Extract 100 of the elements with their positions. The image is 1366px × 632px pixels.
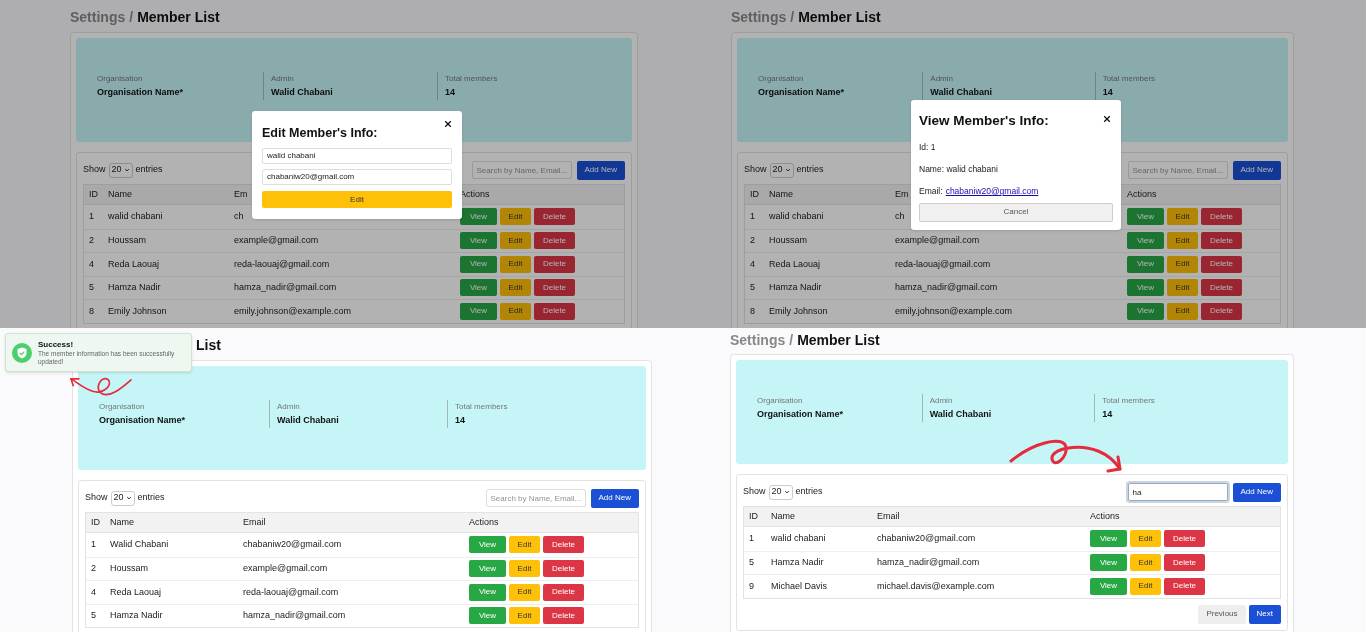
edit-button[interactable]: Edit xyxy=(500,279,531,297)
add-new-button[interactable]: Add New xyxy=(1232,482,1281,502)
delete-button[interactable]: Delete xyxy=(543,536,584,554)
edit-button[interactable]: Edit xyxy=(500,232,531,250)
summary-value: Walid Chabani xyxy=(929,408,993,420)
table-cell: reda-laouaj@gmail.com xyxy=(234,257,330,271)
view-button[interactable]: View xyxy=(460,232,497,250)
delete-button[interactable]: Delete xyxy=(1201,279,1242,297)
view-button[interactable]: View xyxy=(1127,302,1164,320)
chevron-down-icon xyxy=(783,489,790,495)
search-field[interactable]: ha xyxy=(1127,483,1228,501)
delete-button[interactable]: Delete xyxy=(534,208,575,226)
delete-button[interactable]: Delete xyxy=(1164,577,1205,595)
edit-button[interactable]: Edit xyxy=(500,208,531,226)
add-new-button[interactable]: Add New xyxy=(590,488,639,508)
summary-value: Organisation Name* xyxy=(99,414,187,426)
edit-button[interactable]: Edit xyxy=(1167,302,1198,320)
table-cell-text: hamza_nadir@gmail.com xyxy=(234,281,337,294)
summary-label: Total members xyxy=(445,74,499,84)
search-field[interactable]: Search by Name, Email... xyxy=(485,489,586,507)
edit-button[interactable]: Edit xyxy=(509,583,540,601)
breadcrumb-link[interactable]: Settings xyxy=(70,6,126,28)
delete-button[interactable]: Delete xyxy=(543,583,584,601)
add-new-button[interactable]: Add New xyxy=(576,160,625,180)
table-cell-text: 1 xyxy=(88,210,94,223)
column-header: ID xyxy=(749,187,759,201)
view-button[interactable]: View xyxy=(469,536,506,554)
delete-button[interactable]: Delete xyxy=(534,232,575,250)
page-size-select[interactable]: 20 xyxy=(769,162,794,178)
summary-value: Organisation Name* xyxy=(757,408,845,420)
delete-button[interactable]: Delete xyxy=(1201,255,1242,273)
table-cell-text: 1 xyxy=(749,210,755,223)
table-cell: Reda Laouaj xyxy=(769,257,821,271)
view-button[interactable]: View xyxy=(1090,530,1127,548)
search-field[interactable]: Search by Name, Email... xyxy=(471,161,572,179)
edit-button[interactable]: Edit xyxy=(1167,232,1198,250)
edit-button[interactable]: Edit xyxy=(262,191,452,209)
email-link[interactable]: chabaniw20@gmail.com xyxy=(945,186,1039,198)
table-cell-text: 5 xyxy=(88,281,94,294)
table-cell-text: Houssam xyxy=(769,234,807,247)
delete-button[interactable]: Delete xyxy=(534,279,575,297)
edit-button[interactable]: Edit xyxy=(1167,208,1198,226)
view-button[interactable]: View xyxy=(1090,554,1127,572)
page-size-select[interactable]: 20 xyxy=(768,484,793,500)
edit-button[interactable]: Edit xyxy=(1167,255,1198,273)
table-cell-text: example@gmail.com xyxy=(895,234,980,247)
cancel-button[interactable]: Cancel xyxy=(919,202,1113,222)
view-button[interactable]: View xyxy=(469,560,506,578)
view-button[interactable]: View xyxy=(1127,255,1164,273)
next-button[interactable]: Next xyxy=(1248,604,1281,624)
view-button[interactable]: View xyxy=(1127,208,1164,226)
table-cell-text: chabaniw20@gmail.com xyxy=(877,532,976,545)
breadcrumb-link[interactable]: Settings xyxy=(730,329,786,351)
delete-button[interactable]: Delete xyxy=(543,560,584,578)
view-button[interactable]: View xyxy=(469,607,506,625)
view-button[interactable]: View xyxy=(1090,577,1127,595)
delete-button[interactable]: Delete xyxy=(1164,554,1205,572)
summary-value: 14 xyxy=(1102,408,1114,420)
edit-button[interactable]: Edit xyxy=(509,536,540,554)
breadcrumb-link[interactable]: Settings xyxy=(731,6,787,28)
view-button[interactable]: View xyxy=(460,279,497,297)
edit-button[interactable]: Edit xyxy=(500,302,531,320)
table-cell-text: chabaniw20@gmail.com xyxy=(243,538,342,551)
delete-button[interactable]: Delete xyxy=(534,302,575,320)
summary-label: Organisation xyxy=(757,396,804,406)
delete-button[interactable]: Delete xyxy=(1201,302,1242,320)
add-new-button[interactable]: Add New xyxy=(1232,160,1281,180)
summary-label: Admin xyxy=(271,74,295,84)
edit-button[interactable]: Edit xyxy=(1130,530,1161,548)
page-size-select[interactable]: 20 xyxy=(108,162,133,178)
view-button[interactable]: View xyxy=(469,583,506,601)
edit-button[interactable]: Edit xyxy=(1130,554,1161,572)
summary-label: Organisation xyxy=(758,74,805,84)
edit-button[interactable]: Edit xyxy=(1167,279,1198,297)
search-field[interactable]: Search by Name, Email... xyxy=(1127,161,1228,179)
previous-button[interactable]: Previous xyxy=(1198,604,1246,624)
edit-button[interactable]: Edit xyxy=(500,255,531,273)
column-header: Name xyxy=(110,515,134,529)
delete-button[interactable]: Delete xyxy=(543,607,584,625)
input-field[interactable]: walid chabani xyxy=(262,147,452,164)
view-button[interactable]: View xyxy=(460,255,497,273)
summary-label: Admin xyxy=(277,402,301,412)
delete-button[interactable]: Delete xyxy=(1201,232,1242,250)
view-button[interactable]: View xyxy=(1127,232,1164,250)
edit-button[interactable]: Edit xyxy=(1130,577,1161,595)
delete-button[interactable]: Delete xyxy=(534,255,575,273)
input-field[interactable]: chabaniw20@gmail.com xyxy=(262,168,452,185)
table-cell: Reda Laouaj xyxy=(110,585,162,599)
column-header: Name xyxy=(108,187,132,201)
view-button[interactable]: View xyxy=(460,302,497,320)
summary-value: Organisation Name* xyxy=(758,86,846,98)
delete-button[interactable]: Delete xyxy=(1164,530,1205,548)
view-button[interactable]: View xyxy=(1127,279,1164,297)
edit-button[interactable]: Edit xyxy=(509,560,540,578)
entries-label: entries xyxy=(137,491,165,505)
page-size-select[interactable]: 20 xyxy=(110,490,135,506)
delete-button[interactable]: Delete xyxy=(1201,208,1242,226)
view-button[interactable]: View xyxy=(460,208,497,226)
edit-button[interactable]: Edit xyxy=(509,607,540,625)
summary-value: Organisation Name* xyxy=(97,86,185,98)
